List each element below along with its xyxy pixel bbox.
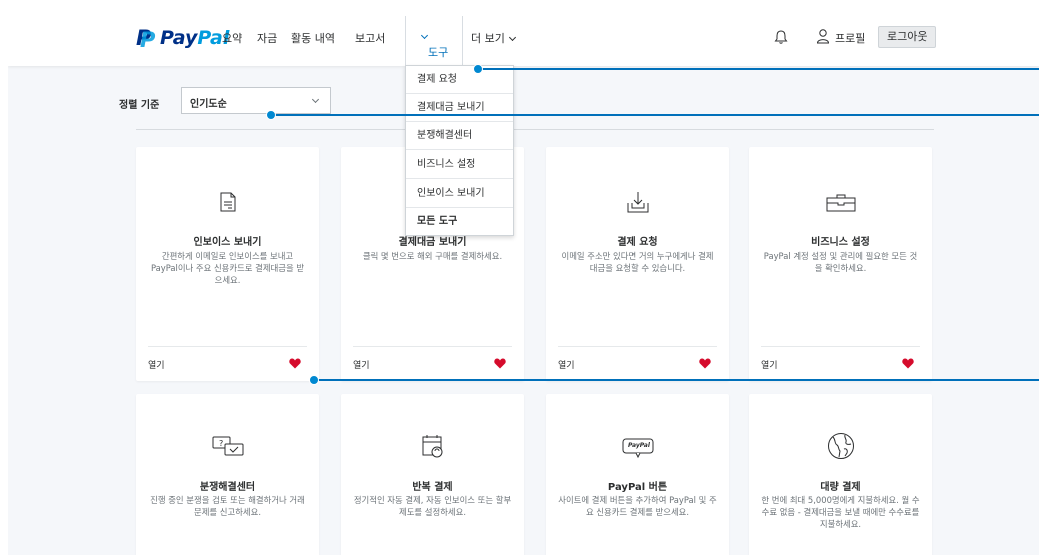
card-divider xyxy=(353,346,512,347)
card-description: 이메일 주소만 있다면 거의 누구에게나 결제대금을 요청할 수 있습니다. xyxy=(561,251,714,273)
dropdown-item-dispute-center[interactable]: 분쟁해결센터 xyxy=(406,122,513,150)
heart-icon[interactable] xyxy=(699,358,711,369)
tool-card-paypal-button[interactable]: PayPal PayPal 버튼 사이트에 결제 버튼을 추가하여 PayPal… xyxy=(546,394,729,555)
callout-dot xyxy=(473,64,483,74)
card-title: 분쟁해결센터 xyxy=(199,482,256,493)
card-description: 클릭 몇 번으로 해외 구매를 결제하세요. xyxy=(362,251,503,261)
invoice-icon xyxy=(220,192,235,212)
card-title: 비즈니스 설정 xyxy=(811,237,870,248)
card-description: 진행 중인 분쟁을 검토 또는 해결하거나 거래문제를 신고하세요. xyxy=(150,495,305,517)
callout-line xyxy=(271,114,1039,116)
heart-icon[interactable] xyxy=(289,358,301,369)
card-description: 정기적인 자동 결제, 자동 인보이스 또는 할부 제도를 설정하세요. xyxy=(353,495,512,517)
card-title: 인보이스 보내기 xyxy=(193,237,262,248)
nav-summary[interactable]: 요약 xyxy=(222,30,242,46)
screen: P P PayPal 요약 자금 활동 내역 보고서 도구 더 보기 프로필 로… xyxy=(0,0,1039,555)
callout-dot xyxy=(309,375,319,385)
profile-link[interactable]: 프로필 xyxy=(835,30,865,46)
bell-icon[interactable] xyxy=(774,29,788,45)
card-divider xyxy=(761,346,920,347)
heart-icon[interactable] xyxy=(902,358,914,369)
profile-icon[interactable] xyxy=(816,28,830,44)
card-description: 간편하게 이메일로 인보이스를 보내고 PayPal이나 주요 신용카드로 결제… xyxy=(150,251,305,285)
card-description: PayPal 계정 설정 및 관리에 필요한 모든 것을 확인하세요. xyxy=(763,251,918,273)
sort-select[interactable]: 인기도순 xyxy=(181,87,331,114)
nav-tools-label: 도구 xyxy=(428,46,449,59)
dropdown-item-request-payment[interactable]: 결제 요청 xyxy=(406,66,513,94)
svg-text:?: ? xyxy=(219,439,223,448)
nav-more[interactable]: 더 보기 xyxy=(471,30,516,46)
card-divider xyxy=(558,346,717,347)
sort-label: 정렬 기준 xyxy=(119,100,160,111)
card-title: PayPal 버튼 xyxy=(607,482,668,493)
request-payment-icon xyxy=(627,192,648,213)
callout-line xyxy=(314,379,1039,381)
paypal-logo[interactable]: P P PayPal xyxy=(136,26,230,52)
nav-tools-tab[interactable]: 도구 xyxy=(405,16,463,66)
heart-icon[interactable] xyxy=(494,358,506,369)
nav-more-label: 더 보기 xyxy=(471,32,505,45)
card-title: 대량 결제 xyxy=(820,482,861,493)
paypal-wordmark: PayPal xyxy=(160,27,230,49)
dropdown-item-send-invoice[interactable]: 인보이스 보내기 xyxy=(406,180,513,208)
nav-reports[interactable]: 보고서 xyxy=(355,30,385,46)
tool-card-recurring-payment[interactable]: 반복 결제 정기적인 자동 결제, 자동 인보이스 또는 할부 제도를 설정하세… xyxy=(341,394,524,555)
callout-dot xyxy=(266,110,276,120)
sort-value: 인기도순 xyxy=(190,99,227,110)
dropdown-item-send-money[interactable]: 결제대금 보내기 xyxy=(406,94,513,122)
card-open-link[interactable]: 열기 xyxy=(761,358,778,371)
card-divider xyxy=(148,346,307,347)
card-description: 한 번에 최대 5,000명에게 지불하세요. 월 수수료 없음 - 결제대금을… xyxy=(761,495,920,529)
tool-card-business-settings[interactable]: 비즈니스 설정 PayPal 계정 설정 및 관리에 필요한 모든 것을 확인하… xyxy=(749,147,932,381)
card-description: 사이트에 결제 버튼을 추가하여 PayPal 및 주요 신용카드 결제를 받으… xyxy=(558,495,717,517)
paypal-button-badge-text: PayPal xyxy=(628,442,650,449)
tool-card-invoice[interactable]: 인보이스 보내기 간편하게 이메일로 인보이스를 보내고 PayPal이나 주요… xyxy=(136,147,319,381)
nav-activity[interactable]: 활동 내역 xyxy=(291,30,335,46)
tool-card-dispute-center[interactable]: ? 분쟁해결센터 진행 중인 분쟁을 검토 또는 해결하거나 거래문제를 신고하… xyxy=(136,394,319,555)
card-open-link[interactable]: 열기 xyxy=(148,358,165,371)
nav-funds[interactable]: 자금 xyxy=(257,30,277,46)
section-divider xyxy=(136,129,934,130)
page-canvas: P P PayPal 요약 자금 활동 내역 보고서 도구 더 보기 프로필 로… xyxy=(8,8,1039,555)
dispute-chat-icon: ? xyxy=(212,436,243,456)
tool-card-request-payment[interactable]: 결제 요청 이메일 주소만 있다면 거의 누구에게나 결제대금을 요청할 수 있… xyxy=(546,147,729,381)
card-title: 결제 요청 xyxy=(617,237,658,248)
card-open-link[interactable]: 열기 xyxy=(353,358,370,371)
paypal-logo-mark: P P xyxy=(136,26,156,52)
recurring-calendar-icon xyxy=(422,435,442,458)
chevron-down-icon xyxy=(508,33,516,42)
dropdown-item-business-settings[interactable]: 비즈니스 설정 xyxy=(406,151,513,179)
chevron-down-icon xyxy=(420,31,429,40)
logout-button[interactable]: 로그아웃 xyxy=(878,26,937,48)
card-title: 반복 결제 xyxy=(412,482,453,493)
callout-line xyxy=(478,68,1039,70)
card-open-link[interactable]: 열기 xyxy=(558,358,575,371)
tool-card-mass-payment[interactable]: 대량 결제 한 번에 최대 5,000명에게 지불하세요. 월 수수료 없음 -… xyxy=(749,394,932,555)
globe-icon xyxy=(827,433,854,459)
chevron-down-icon xyxy=(311,95,320,104)
tools-dropdown-menu: 결제 요청 결제대금 보내기 분쟁해결센터 비즈니스 설정 인보이스 보내기 모… xyxy=(405,65,514,236)
dropdown-item-all-tools[interactable]: 모든 도구 xyxy=(406,208,513,236)
briefcase-icon xyxy=(826,194,855,212)
top-nav-bar: P P PayPal 요약 자금 활동 내역 보고서 도구 더 보기 프로필 로… xyxy=(8,8,1039,66)
